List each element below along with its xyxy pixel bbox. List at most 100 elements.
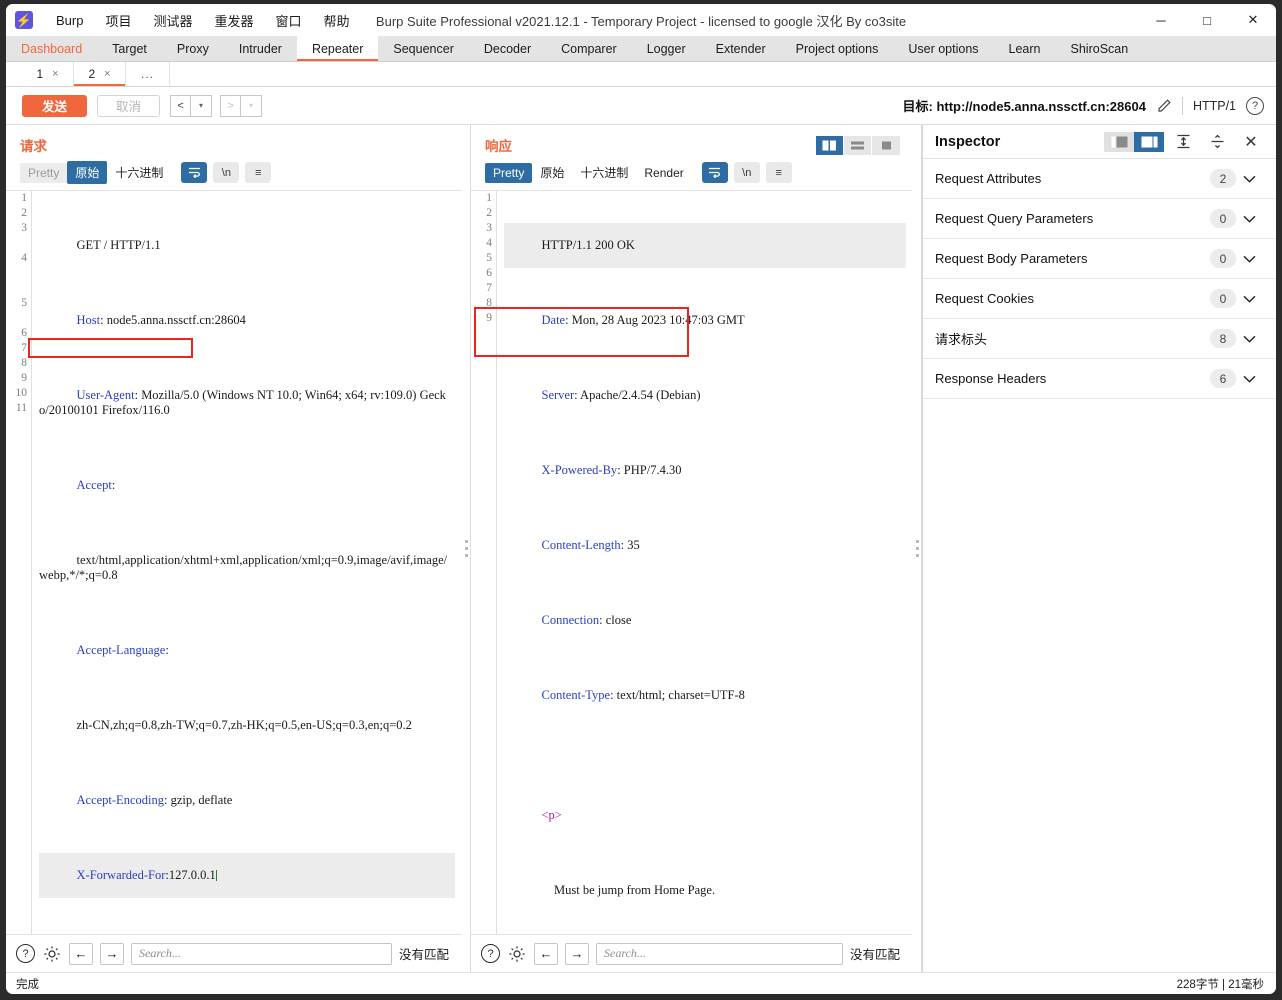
- repeater-tab-bar: 1 × 2 × ...: [6, 62, 1276, 87]
- menu-item-help[interactable]: 帮助: [313, 7, 361, 34]
- request-code[interactable]: GET / HTTP/1.1 Host: node5.anna.nssctf.c…: [33, 191, 461, 934]
- chevron-down-icon[interactable]: [1236, 255, 1262, 263]
- word-wrap-icon[interactable]: [701, 162, 728, 183]
- request-search-input[interactable]: [131, 942, 392, 965]
- chevron-down-icon[interactable]: [1236, 175, 1262, 183]
- search-prev-button[interactable]: ←: [534, 942, 558, 965]
- close-button[interactable]: ✕: [1230, 4, 1276, 36]
- response-editor[interactable]: 1 2 3 4 5 6 7 8 9 HTTP/1.1 200 OK Date: Mon,…: [471, 190, 912, 934]
- chevron-down-icon[interactable]: [1236, 375, 1262, 383]
- tab-target[interactable]: Target: [97, 36, 162, 61]
- menu-item-window[interactable]: 窗口: [265, 7, 313, 34]
- tab-proxy[interactable]: Proxy: [162, 36, 224, 61]
- response-format-raw[interactable]: 原始: [532, 161, 572, 184]
- repeater-tab-1[interactable]: 1 ×: [22, 62, 74, 86]
- collapse-all-icon[interactable]: [1202, 131, 1232, 153]
- close-icon[interactable]: ✕: [1236, 131, 1266, 153]
- chevron-down-icon[interactable]: [1236, 215, 1262, 223]
- chevron-down-icon[interactable]: [1236, 335, 1262, 343]
- menu-icon[interactable]: ≡: [765, 162, 792, 183]
- request-pane-header: 请求: [6, 125, 461, 159]
- response-code[interactable]: HTTP/1.1 200 OK Date: Mon, 28 Aug 2023 1…: [498, 191, 912, 934]
- header-name: Host: [76, 313, 101, 327]
- tab-user-options[interactable]: User options: [893, 36, 993, 61]
- request-format-raw[interactable]: 原始: [67, 161, 108, 184]
- inspector-section-request-headers[interactable]: 请求标头 8: [923, 319, 1276, 359]
- question-mark-icon[interactable]: ?: [1246, 96, 1264, 115]
- response-format-hex[interactable]: 十六进制: [572, 161, 636, 184]
- inspector-section-request-query-parameters[interactable]: Request Query Parameters 0: [923, 199, 1276, 239]
- back-nav-group: < ▾: [170, 94, 213, 117]
- word-wrap-icon[interactable]: [181, 162, 208, 183]
- close-icon[interactable]: ×: [104, 68, 110, 80]
- expand-all-icon[interactable]: [1168, 131, 1198, 153]
- request-response-splitter[interactable]: [461, 125, 471, 972]
- question-mark-icon[interactable]: ?: [16, 944, 35, 963]
- tab-extender[interactable]: Extender: [701, 36, 781, 61]
- inspector-section-request-body-parameters[interactable]: Request Body Parameters 0: [923, 239, 1276, 279]
- http-version-label[interactable]: HTTP/1: [1193, 99, 1236, 113]
- pencil-icon[interactable]: [1156, 98, 1172, 114]
- request-editor[interactable]: 1 2 3 4 5 6 7 8 9 10 11 GET / HTTP/1.1 Host…: [6, 190, 461, 934]
- inspector-section-request-cookies[interactable]: Request Cookies 0: [923, 279, 1276, 319]
- minimize-button[interactable]: ─: [1138, 4, 1184, 36]
- menu-item-project[interactable]: 项目: [94, 7, 142, 34]
- inspector-section-response-headers[interactable]: Response Headers 6: [923, 359, 1276, 399]
- tab-project-options[interactable]: Project options: [781, 36, 894, 61]
- request-format-pretty[interactable]: Pretty: [20, 162, 68, 183]
- gear-icon[interactable]: [507, 944, 527, 964]
- header-value: text/html,application/xhtml+xml,applicat…: [39, 553, 448, 582]
- newline-icon[interactable]: \n: [733, 162, 760, 183]
- inspector-section-request-attributes[interactable]: Request Attributes 2: [923, 159, 1276, 199]
- question-mark-icon[interactable]: ?: [481, 944, 500, 963]
- menu-icon[interactable]: ≡: [245, 162, 272, 183]
- section-count-badge: 0: [1210, 209, 1236, 228]
- response-format-render[interactable]: Render: [636, 163, 691, 183]
- search-next-button[interactable]: →: [100, 942, 124, 965]
- repeater-tab-2[interactable]: 2 ×: [74, 62, 126, 86]
- response-inspector-splitter[interactable]: [912, 125, 922, 972]
- newline-icon[interactable]: \n: [213, 162, 240, 183]
- splitter-handle-icon: [464, 540, 468, 557]
- dock-left-icon[interactable]: [1104, 131, 1134, 152]
- maximize-button[interactable]: □: [1184, 4, 1230, 36]
- single-pane-icon[interactable]: [872, 135, 900, 155]
- line-number: [6, 281, 31, 296]
- tab-dashboard[interactable]: Dashboard: [6, 36, 97, 61]
- dock-right-icon[interactable]: [1134, 131, 1164, 152]
- send-button[interactable]: 发送: [22, 94, 88, 117]
- menu-item-repeater[interactable]: 重发器: [204, 7, 265, 34]
- tab-logger[interactable]: Logger: [632, 36, 701, 61]
- split-horizontal-icon[interactable]: [844, 135, 872, 155]
- forward-button[interactable]: >: [220, 94, 242, 117]
- code-line: Content-Length: 35: [504, 523, 906, 568]
- close-icon[interactable]: ×: [52, 68, 58, 80]
- menu-item-burp[interactable]: Burp: [45, 9, 94, 32]
- response-search-input[interactable]: [596, 942, 843, 965]
- chevron-down-icon[interactable]: ▾: [241, 94, 263, 117]
- gear-icon[interactable]: [42, 944, 62, 964]
- divider: [1181, 96, 1183, 115]
- tab-sequencer[interactable]: Sequencer: [378, 36, 468, 61]
- chevron-down-icon[interactable]: [1236, 295, 1262, 303]
- tab-repeater[interactable]: Repeater: [296, 36, 379, 61]
- request-format-hex[interactable]: 十六进制: [107, 161, 171, 184]
- inspector-panel: Inspector ✕ Request Attributes 2 Request…: [922, 125, 1276, 972]
- code-line-body: <p>: [504, 793, 906, 838]
- header-value: close: [602, 613, 632, 627]
- response-format-pretty[interactable]: Pretty: [485, 162, 533, 183]
- repeater-tab-add[interactable]: ...: [126, 62, 170, 86]
- search-prev-button[interactable]: ←: [69, 942, 93, 965]
- cancel-button[interactable]: 取消: [97, 94, 161, 117]
- tab-comparer[interactable]: Comparer: [546, 36, 632, 61]
- chevron-down-icon[interactable]: ▾: [191, 94, 213, 117]
- tab-decoder[interactable]: Decoder: [469, 36, 546, 61]
- tab-shiroscan[interactable]: ShiroScan: [1056, 36, 1144, 61]
- search-next-button[interactable]: →: [565, 942, 589, 965]
- split-vertical-icon[interactable]: [816, 135, 844, 155]
- tab-intruder[interactable]: Intruder: [224, 36, 297, 61]
- menu-item-intruder[interactable]: 测试器: [142, 7, 203, 34]
- back-button[interactable]: <: [170, 94, 192, 117]
- tab-learn[interactable]: Learn: [994, 36, 1056, 61]
- code-line: GET / HTTP/1.1: [39, 223, 455, 268]
